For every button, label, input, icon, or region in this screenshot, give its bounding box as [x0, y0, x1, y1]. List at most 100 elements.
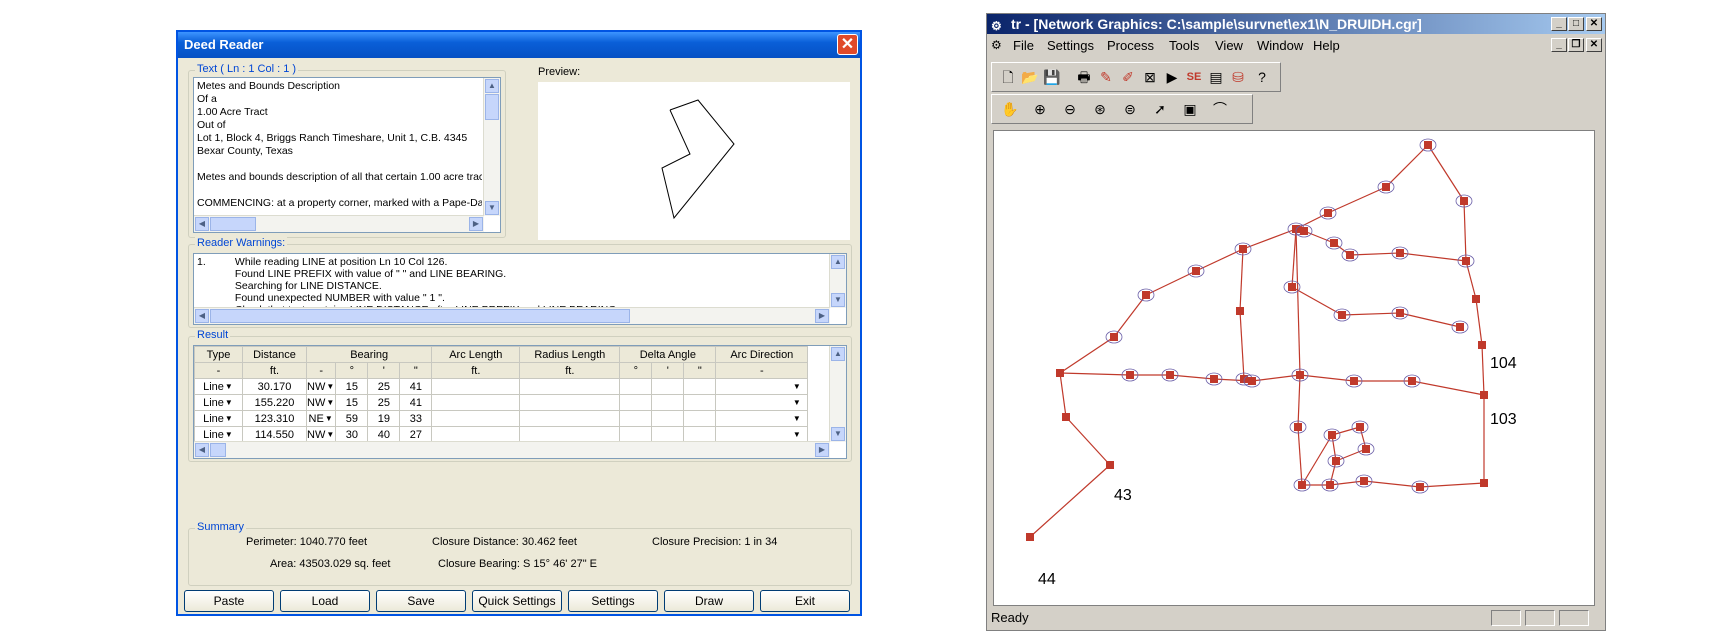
empty-cell[interactable]: [651, 378, 685, 395]
zoom-in-icon[interactable]: ⊕: [1028, 98, 1052, 120]
delete-icon[interactable]: ⊠: [1138, 66, 1162, 88]
doc-close-button[interactable]: ✕: [1586, 38, 1602, 52]
survey-point[interactable]: [1324, 209, 1332, 217]
dropdown-arrow-icon[interactable]: ▼: [224, 429, 234, 440]
play-icon[interactable]: ▶: [1160, 66, 1184, 88]
network-line[interactable]: [1335, 448, 1367, 462]
result-grid[interactable]: Type Distance Bearing Arc Length Radius …: [193, 345, 847, 459]
network-line[interactable]: [1065, 416, 1111, 466]
result-horizontal-scrollbar[interactable]: ◀ ▶: [194, 441, 830, 458]
network-line[interactable]: [1113, 294, 1147, 338]
scroll-down-icon[interactable]: ▼: [831, 427, 845, 441]
network-line[interactable]: [1399, 252, 1467, 262]
survey-point[interactable]: [1328, 431, 1336, 439]
network-line[interactable]: [1341, 312, 1401, 316]
maximize-button[interactable]: □: [1568, 17, 1584, 31]
survey-point[interactable]: [1126, 371, 1134, 379]
dropdown-arrow-icon[interactable]: ▼: [325, 397, 334, 408]
quick-settings-button[interactable]: Quick Settings: [472, 590, 562, 612]
network-line[interactable]: [1427, 144, 1465, 202]
open-icon[interactable]: 📂: [1018, 66, 1042, 88]
draw-button[interactable]: Draw: [664, 590, 754, 612]
type-select[interactable]: Line▼: [194, 410, 243, 427]
network-canvas[interactable]: 104 103 43 44: [993, 130, 1595, 606]
arc-direction-cell[interactable]: ▼: [715, 394, 809, 411]
load-button[interactable]: Load: [280, 590, 370, 612]
network-line[interactable]: [1411, 380, 1485, 396]
dropdown-arrow-icon[interactable]: ▼: [325, 381, 334, 392]
warnings-vertical-scrollbar[interactable]: ▲ ▼: [829, 254, 846, 308]
close-button[interactable]: ✕: [1586, 17, 1602, 31]
empty-cell[interactable]: [519, 394, 621, 411]
survey-point[interactable]: [1460, 197, 1468, 205]
empty-cell[interactable]: [431, 394, 521, 411]
survey-point[interactable]: [1462, 257, 1470, 265]
type-select[interactable]: Line▼: [194, 394, 243, 411]
save-button[interactable]: Save: [376, 590, 466, 612]
survey-point[interactable]: [1062, 413, 1070, 421]
network-line[interactable]: [1145, 270, 1197, 296]
survey-point[interactable]: [1296, 371, 1304, 379]
result-row[interactable]: Line▼ 155.220 NW▼ 15 25 41 ▼: [194, 394, 809, 411]
network-line[interactable]: [1059, 372, 1067, 418]
survey-point[interactable]: [1288, 283, 1296, 291]
network-line[interactable]: [1399, 312, 1461, 328]
empty-cell[interactable]: [683, 410, 717, 427]
save-icon[interactable]: 💾: [1040, 66, 1064, 88]
dropdown-arrow-icon[interactable]: ▼: [325, 429, 334, 440]
scroll-thumb[interactable]: [210, 309, 630, 323]
survey-point[interactable]: [1248, 377, 1256, 385]
dropdown-arrow-icon[interactable]: ▼: [792, 413, 802, 424]
network-line[interactable]: [1297, 374, 1301, 428]
survey-point[interactable]: [1056, 369, 1064, 377]
network-line[interactable]: [1297, 426, 1303, 486]
scroll-left-icon[interactable]: ◀: [195, 443, 209, 457]
network-line[interactable]: [1463, 200, 1467, 262]
network-line[interactable]: [1291, 286, 1343, 316]
survey-point[interactable]: [1408, 377, 1416, 385]
deed-text-area[interactable]: Metes and Bounds Description Of a 1.00 Acr…: [193, 77, 501, 233]
network-line[interactable]: [1295, 212, 1329, 230]
help-icon[interactable]: ?: [1250, 66, 1274, 88]
network-line[interactable]: [1331, 426, 1361, 436]
scroll-left-icon[interactable]: ◀: [195, 309, 209, 323]
survey-point[interactable]: [1239, 245, 1247, 253]
dropdown-arrow-icon[interactable]: ▼: [224, 413, 234, 424]
survey-point[interactable]: [1362, 445, 1370, 453]
network-line[interactable]: [1329, 480, 1365, 486]
survey-point[interactable]: [1330, 239, 1338, 247]
network-line[interactable]: [1242, 228, 1297, 250]
network-line[interactable]: [1239, 310, 1245, 380]
survey-point[interactable]: [1110, 333, 1118, 341]
network-line[interactable]: [1059, 372, 1131, 376]
scroll-down-icon[interactable]: ▼: [485, 201, 499, 215]
network-line[interactable]: [1363, 480, 1421, 488]
arc-direction-cell[interactable]: ▼: [715, 378, 809, 395]
scroll-right-icon[interactable]: ▶: [815, 309, 829, 323]
empty-cell[interactable]: [619, 410, 653, 427]
survey-point[interactable]: [1166, 371, 1174, 379]
survey-point[interactable]: [1106, 461, 1114, 469]
network-line[interactable]: [1291, 228, 1297, 288]
zoom-window-icon[interactable]: ⊛: [1088, 98, 1112, 120]
survey-point[interactable]: [1338, 311, 1346, 319]
new-icon[interactable]: 🗋: [996, 66, 1020, 88]
scroll-right-icon[interactable]: ▶: [469, 217, 483, 231]
survey-point[interactable]: [1480, 479, 1488, 487]
warnings-horizontal-scrollbar[interactable]: ◀ ▶: [194, 307, 830, 324]
network-line[interactable]: [1059, 336, 1115, 374]
scroll-thumb[interactable]: [485, 94, 499, 120]
network-line[interactable]: [1301, 434, 1333, 486]
doc-restore-button[interactable]: ❐: [1568, 38, 1584, 52]
dropdown-arrow-icon[interactable]: ▼: [224, 397, 234, 408]
scroll-right-icon[interactable]: ▶: [815, 443, 829, 457]
pan-hand-icon[interactable]: ✋: [998, 98, 1022, 120]
minimize-button[interactable]: _: [1551, 17, 1567, 31]
survey-point[interactable]: [1480, 391, 1488, 399]
survey-point[interactable]: [1142, 291, 1150, 299]
text-vertical-scrollbar[interactable]: ▲ ▼: [483, 78, 500, 216]
scroll-up-icon[interactable]: ▲: [831, 255, 845, 269]
survey-point[interactable]: [1360, 477, 1368, 485]
menu-settings[interactable]: Settings: [1047, 38, 1094, 53]
empty-cell[interactable]: [431, 410, 521, 427]
